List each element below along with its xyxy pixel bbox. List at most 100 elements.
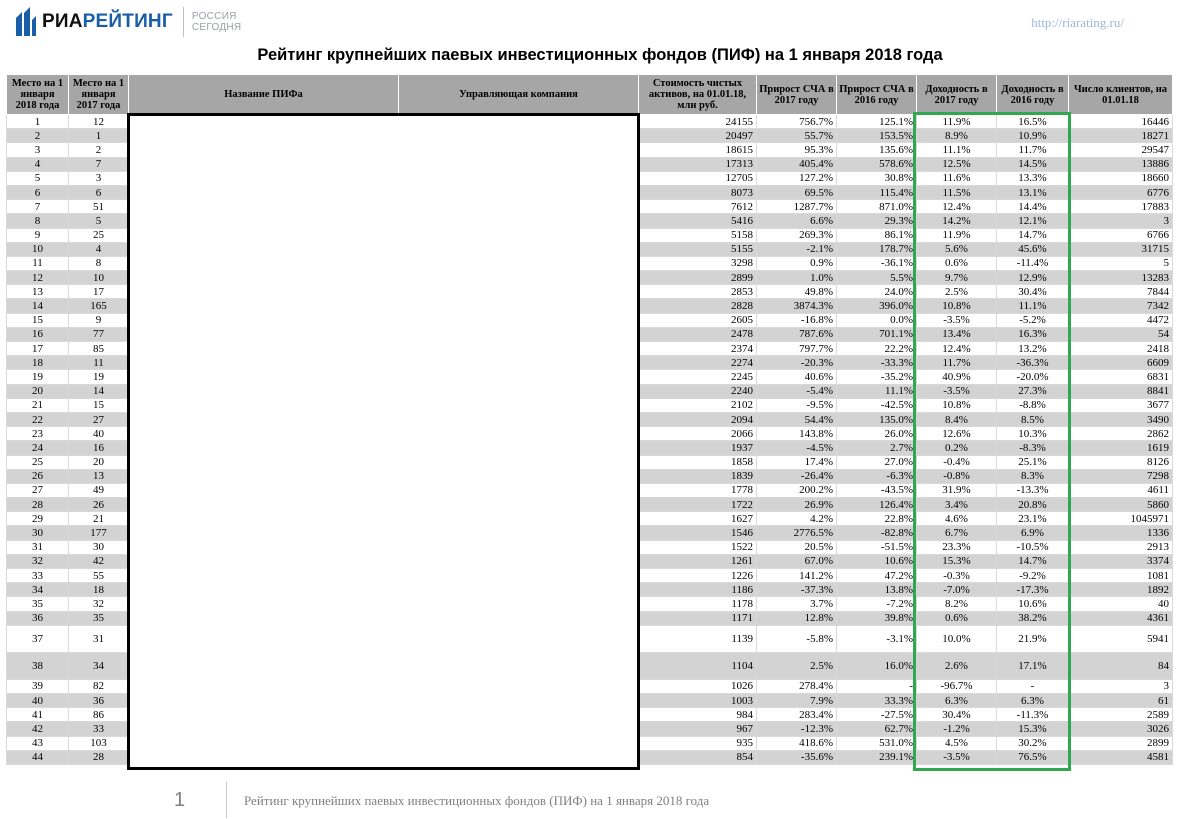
- partner-logo: РОССИЯ СЕГОДНЯ: [191, 11, 242, 33]
- cell-rank-2018: 36: [6, 610, 69, 626]
- cell-net-assets: 2853: [638, 284, 757, 300]
- cell-rank-2018: 33: [6, 567, 69, 584]
- cell-nav-growth-2016: -35.2%: [836, 369, 917, 385]
- cell-clients: 2899: [1068, 735, 1173, 751]
- cell-rank-2018: 35: [6, 596, 69, 612]
- header-management-company: Управляющая компания: [398, 74, 639, 115]
- cell-rank-2017: 4: [68, 241, 129, 257]
- cell-rank-2017: 20: [68, 454, 129, 470]
- cell-rank-2018: 32: [6, 553, 69, 570]
- cell-net-assets: 1937: [638, 440, 757, 456]
- cell-net-assets: 1627: [638, 511, 757, 527]
- cell-nav-growth-2017: 0.9%: [756, 255, 837, 272]
- cell-net-assets: 5158: [638, 227, 757, 243]
- cell-nav-growth-2016: 153.5%: [836, 128, 917, 144]
- cell-rank-2017: 8: [68, 255, 129, 272]
- cell-nav-growth-2017: -37.3%: [756, 582, 837, 598]
- site-url-link[interactable]: http://riarating.ru/: [1031, 15, 1124, 31]
- cell-rank-2017: 3: [68, 170, 129, 186]
- cell-nav-growth-2017: 405.4%: [756, 156, 837, 172]
- cell-nav-growth-2016: -27.5%: [836, 707, 917, 723]
- cell-rank-2017: 35: [68, 610, 129, 626]
- cell-nav-growth-2017: 3874.3%: [756, 298, 837, 314]
- cell-rank-2017: 1: [68, 128, 129, 144]
- cell-clients: 2913: [1068, 539, 1173, 555]
- cell-nav-growth-2017: 7.9%: [756, 692, 837, 709]
- cell-rank-2018: 6: [6, 184, 69, 201]
- cell-nav-growth-2016: 47.2%: [836, 567, 917, 584]
- cell-clients: 54: [1068, 326, 1173, 343]
- cell-net-assets: 12705: [638, 170, 757, 186]
- cell-clients: 3: [1068, 213, 1173, 229]
- cell-nav-growth-2016: 30.8%: [836, 170, 917, 186]
- cell-rank-2018: 44: [6, 749, 69, 765]
- cell-nav-growth-2016: 2.7%: [836, 440, 917, 456]
- redaction-box: [127, 113, 640, 770]
- cell-net-assets: 1722: [638, 497, 757, 513]
- cell-nav-growth-2016: 22.8%: [836, 511, 917, 527]
- cell-clients: 2589: [1068, 707, 1173, 723]
- cell-rank-2018: 23: [6, 426, 69, 442]
- cell-net-assets: 1171: [638, 610, 757, 626]
- cell-rank-2017: 5: [68, 213, 129, 229]
- cell-nav-growth-2016: 10.6%: [836, 553, 917, 570]
- cell-nav-growth-2016: -43.5%: [836, 482, 917, 499]
- cell-rank-2017: 17: [68, 284, 129, 300]
- cell-clients: 4581: [1068, 749, 1173, 765]
- cell-clients: 6609: [1068, 355, 1173, 371]
- cell-rank-2017: 11: [68, 355, 129, 371]
- cell-clients: 5: [1068, 255, 1173, 272]
- cell-nav-growth-2017: 797.7%: [756, 340, 837, 357]
- cell-rank-2017: 165: [68, 298, 129, 314]
- cell-clients: 4361: [1068, 610, 1173, 626]
- cell-nav-growth-2017: 278.4%: [756, 678, 837, 694]
- header-nav-growth-2017: Прирост СЧА в 2017 году: [756, 74, 837, 115]
- cell-net-assets: 1522: [638, 539, 757, 555]
- cell-rank-2017: 10: [68, 270, 129, 286]
- cell-rank-2018: 34: [6, 582, 69, 598]
- cell-clients: 13283: [1068, 270, 1173, 286]
- cell-clients: 6766: [1068, 227, 1173, 243]
- cell-rank-2017: 85: [68, 340, 129, 357]
- cell-net-assets: 3298: [638, 255, 757, 272]
- footer-page-number: 1: [174, 789, 186, 811]
- cell-nav-growth-2017: 69.5%: [756, 184, 837, 201]
- cell-nav-growth-2016: 24.0%: [836, 284, 917, 300]
- cell-nav-growth-2016: -: [836, 678, 917, 694]
- cell-clients: 3374: [1068, 553, 1173, 570]
- cell-clients: 2862: [1068, 426, 1173, 442]
- cell-clients: 29547: [1068, 142, 1173, 158]
- cell-net-assets: 7612: [638, 199, 757, 215]
- cell-nav-growth-2016: 11.1%: [836, 383, 917, 399]
- cell-clients: 1892: [1068, 582, 1173, 598]
- cell-net-assets: 984: [638, 707, 757, 723]
- cell-rank-2018: 21: [6, 397, 69, 413]
- header-nav-growth-2016: Прирост СЧА в 2016 году: [836, 74, 917, 115]
- cell-nav-growth-2017: -20.3%: [756, 355, 837, 371]
- cell-clients: 18271: [1068, 128, 1173, 144]
- header-rank-2017: Место на 1 января 2017 года: [68, 74, 129, 115]
- cell-rank-2018: 20: [6, 383, 69, 399]
- cell-rank-2018: 22: [6, 411, 69, 428]
- cell-rank-2018: 10: [6, 241, 69, 257]
- ria-rating-logo: РИАРЕЙТИНГ РОССИЯ СЕГОДНЯ: [14, 4, 241, 40]
- cell-net-assets: 2066: [638, 426, 757, 442]
- cell-nav-growth-2017: 6.6%: [756, 213, 837, 229]
- cell-net-assets: 1139: [638, 624, 757, 653]
- cell-rank-2018: 19: [6, 369, 69, 385]
- cell-net-assets: 1186: [638, 582, 757, 598]
- cell-nav-growth-2017: 787.6%: [756, 326, 837, 343]
- logo-divider: [182, 7, 184, 37]
- cell-net-assets: 1178: [638, 596, 757, 612]
- cell-nav-growth-2016: -36.1%: [836, 255, 917, 272]
- cell-net-assets: 2102: [638, 397, 757, 413]
- cell-nav-growth-2016: 33.3%: [836, 692, 917, 709]
- cell-nav-growth-2016: -51.5%: [836, 539, 917, 555]
- cell-rank-2017: 14: [68, 383, 129, 399]
- cell-rank-2017: 177: [68, 525, 129, 541]
- cell-rank-2017: 30: [68, 539, 129, 555]
- cell-net-assets: 2899: [638, 270, 757, 286]
- cell-nav-growth-2016: 16.0%: [836, 651, 917, 680]
- cell-net-assets: 2274: [638, 355, 757, 371]
- cell-clients: 7844: [1068, 284, 1173, 300]
